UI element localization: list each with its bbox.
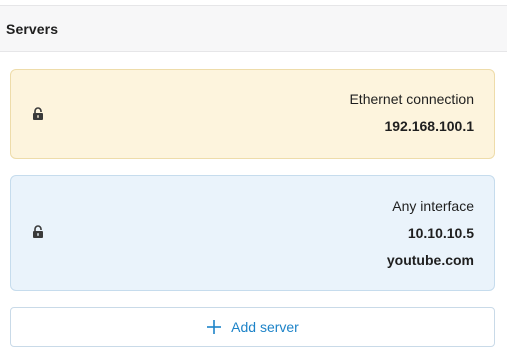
section-title: Servers	[6, 20, 59, 37]
section-header: Servers	[0, 5, 507, 52]
server-details: Any interface 10.10.10.5 youtube.com	[387, 197, 474, 278]
servers-page: Servers Ethernet connection 192.168.100.…	[0, 0, 507, 359]
lock-icon	[32, 107, 44, 120]
server-domain: youtube.com	[386, 252, 474, 268]
server-details: Ethernet connection 192.168.100.1	[349, 90, 474, 144]
lock-icon	[32, 225, 44, 238]
server-card-any-interface[interactable]: Any interface 10.10.10.5 youtube.com	[10, 175, 495, 291]
server-address: 192.168.100.1	[384, 118, 474, 134]
add-server-label: Add server	[231, 319, 299, 335]
server-address: 10.10.10.5	[407, 225, 474, 241]
add-server-button[interactable]: Add server	[10, 307, 495, 347]
plus-icon	[206, 319, 222, 335]
server-interface: Any interface	[392, 198, 474, 214]
server-card-ethernet[interactable]: Ethernet connection 192.168.100.1	[10, 69, 495, 159]
server-interface: Ethernet connection	[349, 91, 474, 107]
